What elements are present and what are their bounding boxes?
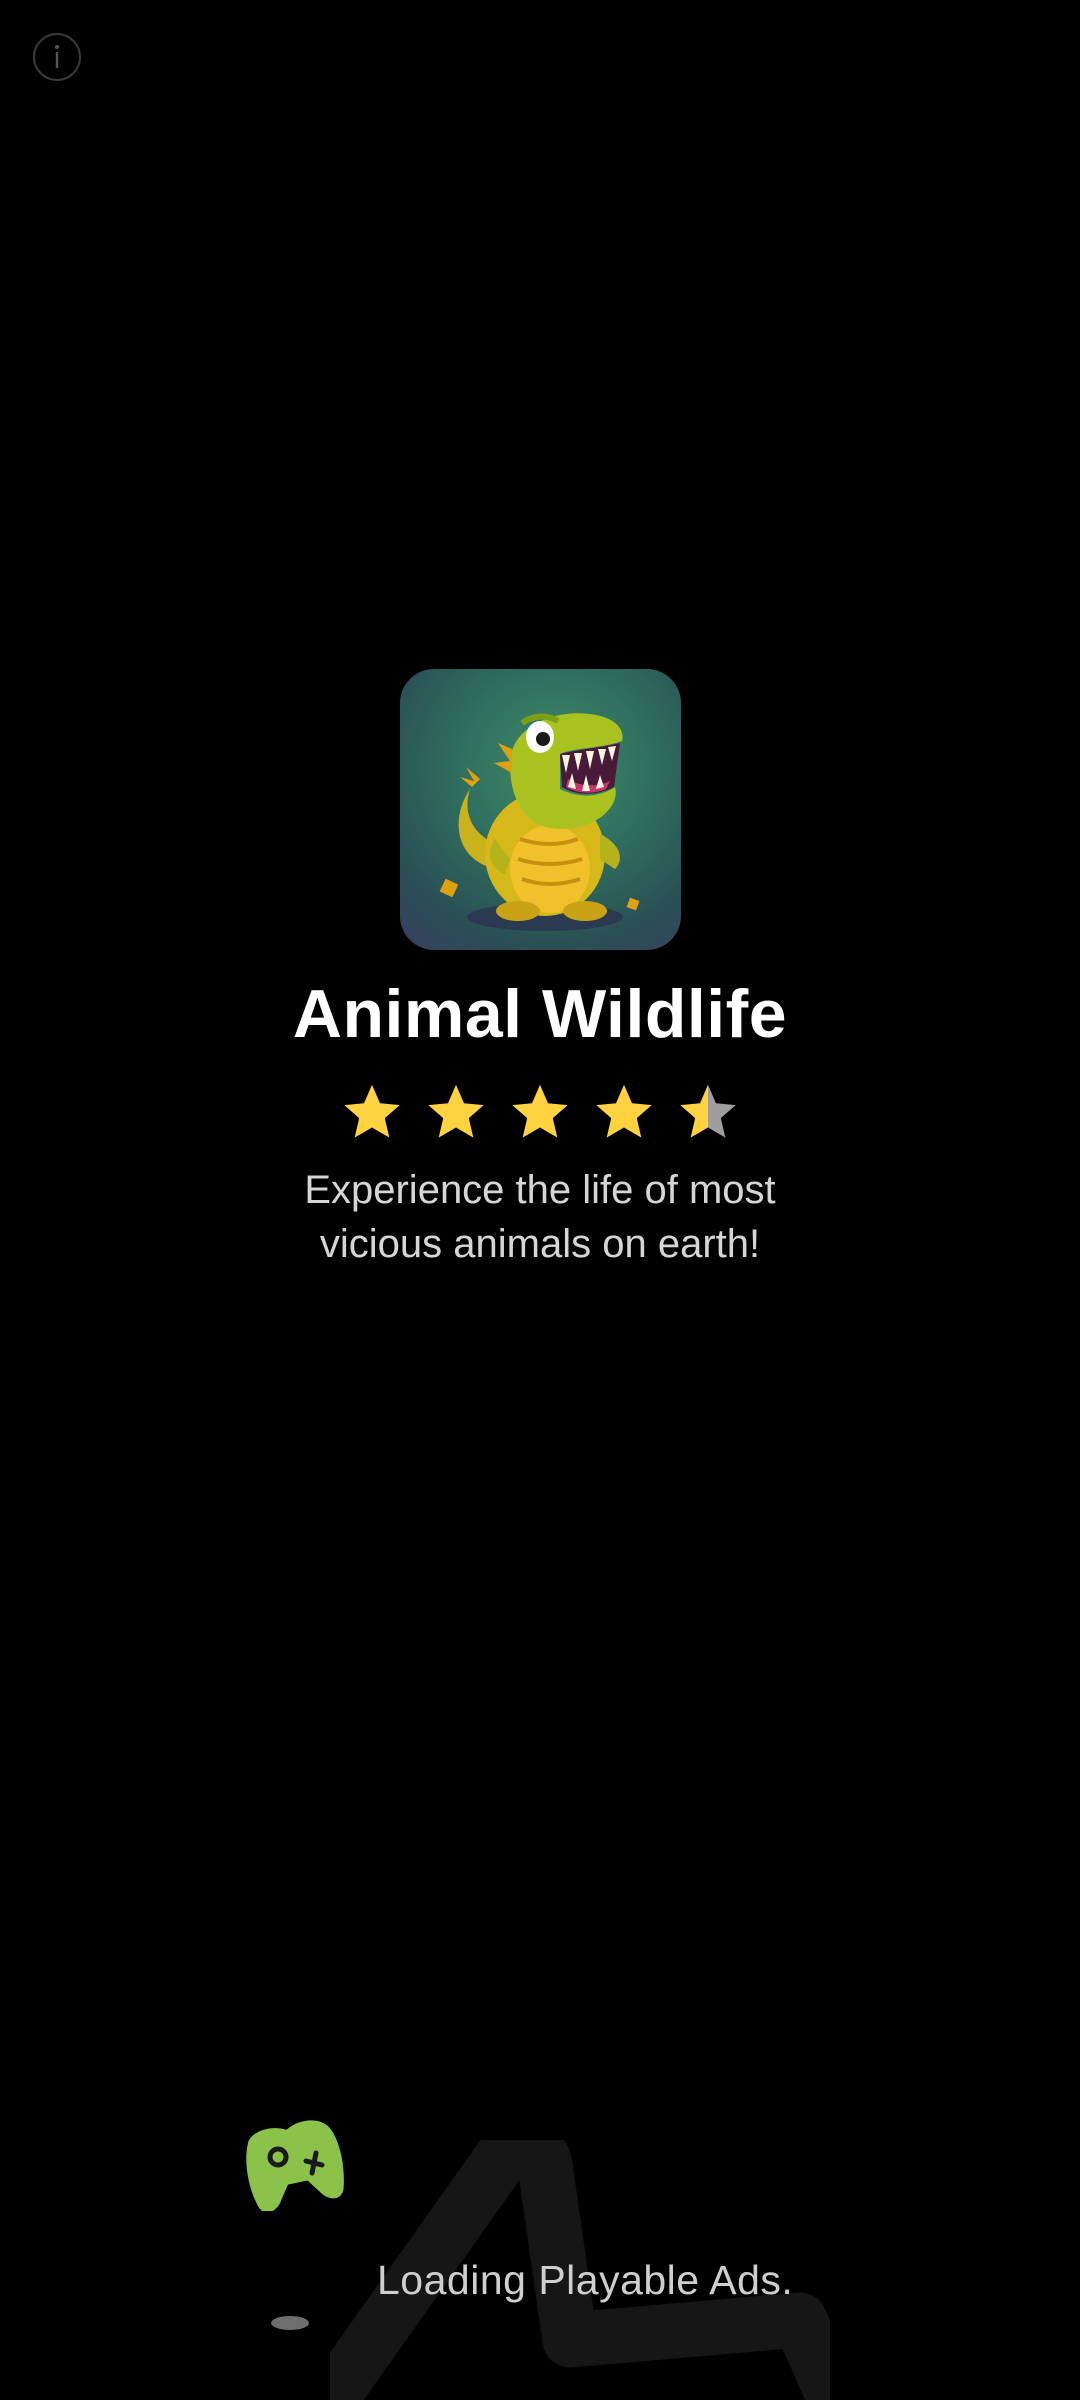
app-title: Animal Wildlife — [292, 976, 788, 1052]
star-icon — [344, 1084, 400, 1138]
half-star-icon — [680, 1084, 736, 1138]
star-icon — [512, 1084, 568, 1138]
gamepad-icon — [246, 2120, 344, 2211]
info-button[interactable] — [33, 33, 81, 81]
star-rating — [340, 1080, 740, 1144]
crocodile-app-icon — [400, 669, 681, 950]
loading-indicator-dot — [271, 2316, 309, 2330]
star-icon — [596, 1084, 652, 1138]
loading-text: Loading Playable Ads. — [377, 2257, 794, 2303]
star-icon — [428, 1084, 484, 1138]
app-description: Experience the life of most vicious anim… — [304, 1168, 776, 1266]
info-icon — [47, 42, 67, 72]
playable-ad-loading-screen: Animal Wildlife Experience the life of m… — [0, 0, 1080, 2400]
